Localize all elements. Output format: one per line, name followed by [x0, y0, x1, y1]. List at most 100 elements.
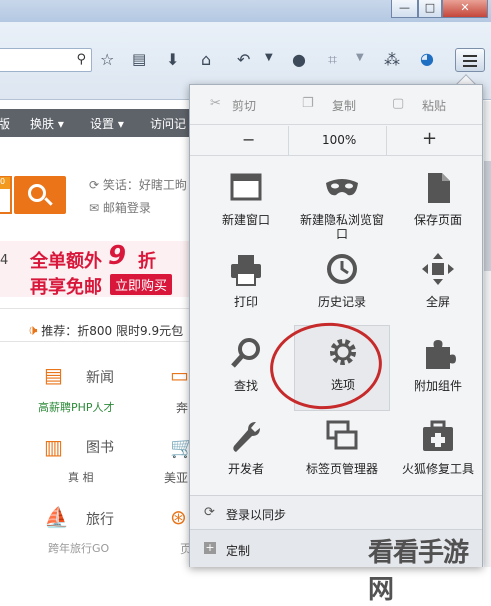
news-icon: ▤	[44, 363, 63, 387]
title-bar: — □ ✕	[0, 0, 491, 22]
promo-label: 推荐：折800 限时9.9元包	[41, 324, 184, 338]
tile-label: 新建隐私浏览窗口	[300, 213, 385, 241]
reading-list-icon[interactable]: ▤	[132, 50, 146, 68]
nav-item[interactable]: 版	[0, 115, 10, 132]
tile-label: 打印	[233, 295, 258, 309]
search-bar[interactable]: ⚲	[0, 48, 92, 72]
zoom-out-button[interactable]: −	[242, 130, 255, 149]
printer-icon	[231, 255, 261, 286]
bookmark-star-icon[interactable]: ☆	[100, 50, 114, 69]
cut-button[interactable]: 剪切	[232, 97, 256, 114]
promo-banner[interactable]: 4 全单额外 9 折 再享免邮 立即购买	[0, 241, 200, 298]
sync-label: 登录以同步	[226, 508, 287, 522]
tile-label: 标签页管理器	[305, 462, 378, 476]
sailboat-icon: ⛵	[44, 505, 69, 529]
category-travel-sub[interactable]: 跨年旅行GO	[48, 540, 109, 556]
scissors-icon: ✂	[210, 96, 221, 111]
chat-icon[interactable]: ●	[292, 50, 306, 69]
joke-link-label: 笑话：好瞎工昫	[102, 178, 187, 192]
category-news[interactable]: 新闻	[86, 367, 114, 387]
undo-icon[interactable]: ↶	[237, 50, 250, 69]
banner-nine: 9	[108, 241, 127, 271]
tile-label: 新建窗口	[221, 213, 270, 227]
close-button[interactable]: ✕	[442, 0, 488, 18]
right-col-item[interactable]: 美亚	[164, 469, 188, 486]
category-books[interactable]: 图书	[86, 437, 114, 457]
puzzle-icon	[426, 340, 456, 369]
tile-label: 附加组件	[413, 379, 462, 393]
site-nav-bar: 版 换肤 ▾ 设置 ▾ 访问记	[0, 109, 200, 137]
banner-line2: 再享免邮	[30, 277, 102, 298]
history-button[interactable]: 历史记录	[294, 251, 390, 331]
category-news-sub[interactable]: 高薪聘PHP人才	[38, 399, 115, 415]
customize-label: 定制	[226, 544, 251, 558]
addons-button[interactable]: 附加组件	[390, 335, 486, 415]
edit-controls: ✂ 剪切 ❐ 复制 ▢ 粘贴	[190, 85, 482, 125]
maximize-button[interactable]: □	[418, 0, 442, 18]
private-window-button[interactable]: 新建隐私浏览窗口	[294, 169, 390, 249]
addon-icon[interactable]: ⁂	[384, 50, 400, 69]
menu-button[interactable]	[455, 48, 485, 72]
banner-number: 4	[0, 253, 9, 268]
tab-manager-button[interactable]: 标签页管理器	[294, 418, 390, 498]
developer-button[interactable]: 开发者	[198, 418, 294, 498]
book-icon: ▥	[44, 435, 63, 459]
search-button[interactable]	[14, 176, 66, 214]
mask-icon	[326, 179, 358, 196]
watermark: 看看手游网	[368, 538, 469, 605]
first-aid-icon	[423, 420, 453, 451]
search-icon[interactable]: ⚲	[76, 52, 86, 67]
banner-zhe: 折	[138, 251, 156, 272]
sync-button[interactable]: ⟳ 登录以同步	[190, 495, 482, 529]
category-books-sub[interactable]: 真 相	[68, 469, 94, 485]
monitor-icon: ▭	[170, 363, 189, 387]
nav-item-settings[interactable]: 设置 ▾	[90, 115, 124, 132]
buy-now-button[interactable]: 立即购买	[110, 274, 173, 295]
joke-link[interactable]: ⟳ 笑话：好瞎工昫	[89, 176, 187, 193]
right-col-item[interactable]: 奔	[176, 399, 188, 416]
copy-icon: ❐	[302, 96, 314, 111]
sync-icon: ⟳	[204, 505, 215, 520]
fullscreen-button[interactable]: 全屏	[390, 251, 486, 331]
divider	[0, 341, 200, 342]
category-travel[interactable]: 旅行	[86, 509, 114, 529]
clock-icon	[327, 254, 357, 284]
magnifier-icon	[231, 338, 260, 368]
lifebuoy-icon: ⊛	[170, 505, 187, 529]
chevron-down-icon[interactable]: ▼	[265, 52, 273, 63]
tile-label: 历史记录	[317, 295, 366, 309]
download-icon[interactable]: ⬇	[166, 50, 179, 69]
globe-icon[interactable]: ◕	[420, 49, 434, 68]
speaker-icon: 🕩	[28, 321, 38, 339]
clipboard-icon: ▢	[392, 96, 405, 111]
plus-icon: +	[204, 541, 216, 554]
divider	[0, 308, 200, 309]
minimize-button[interactable]: —	[391, 0, 418, 18]
nav-item-history[interactable]: 访问记	[150, 115, 186, 132]
wrench-icon	[233, 422, 260, 452]
zoom-reset-button[interactable]: 100%	[322, 133, 356, 147]
home-icon[interactable]: ⌂	[201, 50, 211, 69]
window-icon	[230, 173, 262, 201]
copy-button[interactable]: 复制	[332, 97, 356, 114]
crop-icon[interactable]: ⌗	[328, 50, 337, 70]
zoom-controls: − 100% +	[190, 126, 482, 156]
firefox-repair-button[interactable]: 火狐修复工具	[390, 418, 486, 498]
tile-label: 开发者	[227, 462, 264, 476]
nav-item-skin[interactable]: 换肤 ▾	[30, 115, 64, 132]
fullscreen-icon	[422, 253, 454, 285]
promo-text[interactable]: 🕩 推荐：折800 限时9.9元包	[28, 321, 183, 339]
zoom-in-button[interactable]: +	[422, 128, 437, 149]
page-icon	[428, 173, 450, 203]
tile-label: 火狐修复工具	[401, 462, 474, 476]
status-badge: 0	[0, 177, 10, 189]
chevron-down-icon[interactable]: ▼	[356, 52, 364, 63]
new-window-button[interactable]: 新建窗口	[198, 169, 294, 249]
print-button[interactable]: 打印	[198, 251, 294, 331]
save-page-button[interactable]: 保存页面	[390, 169, 486, 249]
mail-login-link[interactable]: ✉ 邮箱登录	[89, 199, 151, 216]
banner-line1: 全单额外	[30, 251, 102, 272]
mail-login-label: 邮箱登录	[102, 201, 151, 215]
tile-label: 全屏	[425, 295, 450, 309]
paste-button[interactable]: 粘贴	[422, 97, 446, 114]
